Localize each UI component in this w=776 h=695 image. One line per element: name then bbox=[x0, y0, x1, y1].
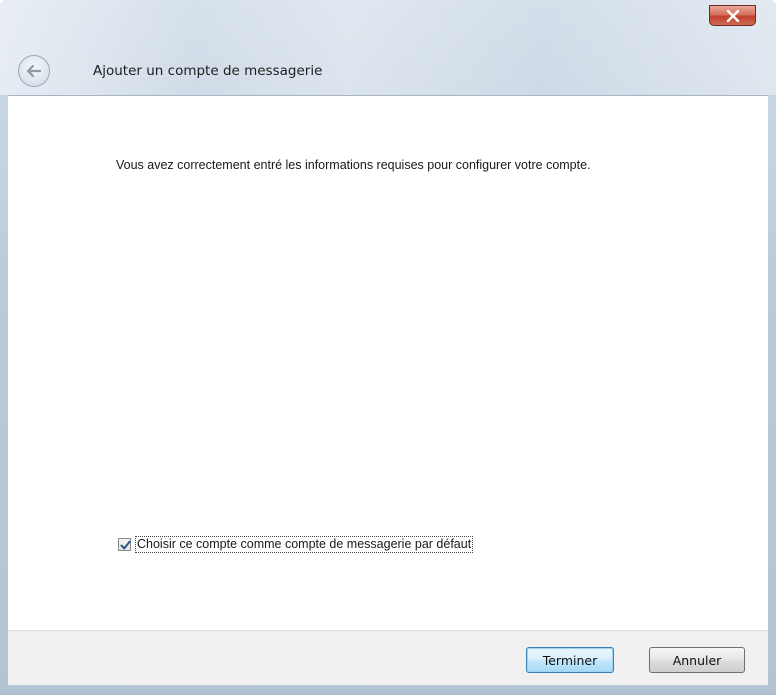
success-message: Vous avez correctement entré les informa… bbox=[116, 158, 591, 172]
finish-button[interactable]: Terminer bbox=[526, 647, 614, 673]
close-icon bbox=[726, 9, 739, 22]
wizard-nav-bar: Ajouter un compte de messagerie bbox=[8, 50, 768, 95]
window-bottom-frame bbox=[0, 685, 776, 695]
default-account-option[interactable]: Choisir ce compte comme compte de messag… bbox=[118, 536, 474, 553]
add-email-account-dialog: Ajouter un compte de messagerie Vous ave… bbox=[0, 0, 776, 695]
wizard-content: Vous avez correctement entré les informa… bbox=[8, 95, 768, 630]
default-account-checkbox[interactable] bbox=[118, 538, 131, 551]
back-arrow-icon bbox=[26, 64, 42, 78]
close-button[interactable] bbox=[709, 5, 756, 26]
checkmark-icon bbox=[120, 540, 131, 550]
default-account-label[interactable]: Choisir ce compte comme compte de messag… bbox=[135, 536, 474, 553]
back-button[interactable] bbox=[18, 55, 50, 87]
wizard-title: Ajouter un compte de messagerie bbox=[93, 63, 323, 79]
wizard-footer: Terminer Annuler bbox=[8, 630, 768, 685]
cancel-button[interactable]: Annuler bbox=[649, 647, 745, 673]
